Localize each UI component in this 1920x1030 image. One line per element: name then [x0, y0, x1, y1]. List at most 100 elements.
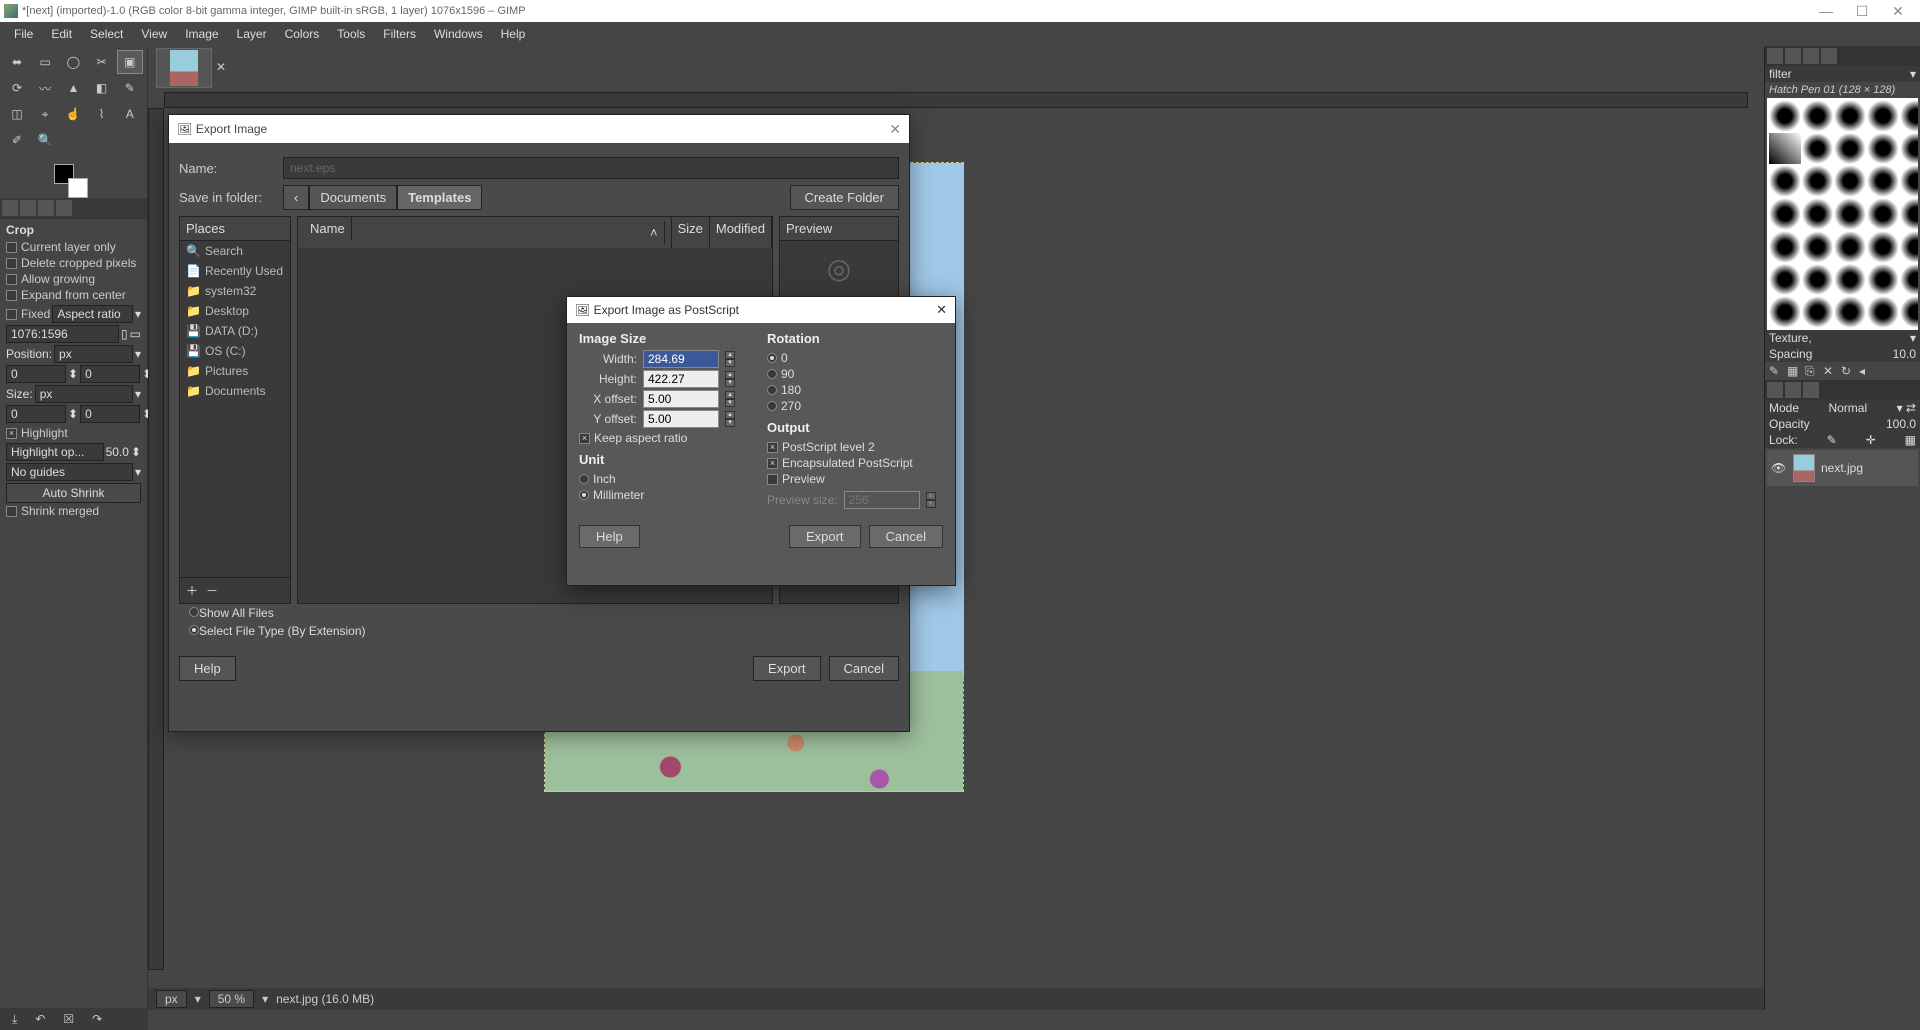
cancel-button[interactable]: Cancel [829, 656, 899, 681]
allow-growing-checkbox[interactable]: Allow growing [6, 271, 141, 287]
help-button[interactable]: Help [579, 525, 640, 548]
encapsulated-checkbox[interactable]: ×Encapsulated PostScript [767, 455, 943, 471]
tab-icon[interactable] [1767, 382, 1783, 398]
pos-x-input[interactable] [6, 365, 66, 383]
places-item[interactable]: 📁Desktop [180, 301, 290, 321]
places-item[interactable]: 🔍Search [180, 241, 290, 261]
places-item[interactable]: 📁Documents [180, 381, 290, 401]
tab-icon[interactable] [38, 200, 54, 216]
vertical-ruler[interactable] [148, 108, 164, 970]
visibility-icon[interactable]: 👁 [1771, 461, 1787, 475]
breadcrumb-back[interactable]: ‹ [283, 185, 309, 210]
path-tool-icon[interactable]: ⌇ [89, 102, 115, 126]
remove-place-button[interactable]: － [206, 582, 218, 599]
filter-label[interactable]: filter [1769, 67, 1792, 81]
ps-level2-checkbox[interactable]: ×PostScript level 2 [767, 439, 943, 455]
shrink-merged-checkbox[interactable]: Shrink merged [6, 503, 141, 519]
auto-shrink-button[interactable]: Auto Shrink [6, 483, 141, 503]
inch-radio[interactable]: Inch [579, 471, 755, 487]
select-file-type-radio[interactable]: Select File Type (By Extension) [189, 624, 889, 638]
col-modified[interactable]: Modified [710, 217, 772, 248]
menu-select[interactable]: Select [82, 24, 131, 44]
size-w-input[interactable] [6, 405, 66, 423]
dialog-titlebar[interactable]: 🖼 Export Image ✕ [169, 115, 909, 143]
zoom-select[interactable]: 50 % [209, 990, 254, 1008]
minimize-button[interactable]: — [1808, 3, 1844, 19]
menu-layer[interactable]: Layer [229, 24, 275, 44]
duplicate-icon[interactable]: ⎘ [1805, 364, 1819, 378]
menu-help[interactable]: Help [493, 24, 534, 44]
rect-select-tool-icon[interactable]: ▭ [32, 50, 58, 74]
places-item[interactable]: 💾DATA (D:) [180, 321, 290, 341]
tab-icon[interactable] [1767, 48, 1783, 64]
add-place-button[interactable]: ＋ [186, 582, 198, 599]
height-input[interactable] [643, 370, 719, 388]
crop-tool-icon[interactable]: ▣ [117, 50, 143, 74]
millimeter-radio[interactable]: Millimeter [579, 487, 755, 503]
menu-edit[interactable]: Edit [43, 24, 80, 44]
smudge-tool-icon[interactable]: ☝ [60, 102, 86, 126]
yoffset-input[interactable] [643, 410, 719, 428]
width-input[interactable] [643, 350, 719, 368]
lock-position-icon[interactable]: ✛ [1866, 433, 1876, 447]
maximize-button[interactable]: ☐ [1844, 3, 1880, 20]
height-spinner[interactable]: ▴▾ [725, 371, 735, 387]
menu-windows[interactable]: Windows [426, 24, 491, 44]
gradient-tool-icon[interactable]: ◧ [89, 76, 115, 100]
zoom-tool-icon[interactable]: 🔍 [32, 128, 58, 152]
tab-icon[interactable] [2, 200, 18, 216]
menu-tools[interactable]: Tools [329, 24, 373, 44]
opacity-value[interactable]: 100.0 [1886, 417, 1916, 431]
size-h-input[interactable] [80, 405, 140, 423]
text-tool-icon[interactable]: A [117, 102, 143, 126]
redo-icon[interactable]: ↷ [92, 1012, 102, 1026]
places-item[interactable]: 📄Recently Used [180, 261, 290, 281]
width-spinner[interactable]: ▴▾ [725, 351, 735, 367]
lock-pixels-icon[interactable]: ✎ [1827, 433, 1837, 447]
yoffset-spinner[interactable]: ▴▾ [725, 411, 735, 427]
lock-alpha-icon[interactable]: ▦ [1905, 433, 1916, 447]
image-tab[interactable] [156, 48, 212, 88]
unit-select[interactable]: px [156, 990, 187, 1008]
texture-label[interactable]: Texture, [1769, 331, 1812, 345]
move-tool-icon[interactable]: ⬌ [4, 50, 30, 74]
keep-aspect-checkbox[interactable]: ×Keep aspect ratio [579, 430, 755, 446]
close-button[interactable]: ✕ [1880, 3, 1916, 20]
close-icon[interactable]: ✕ [936, 302, 947, 318]
highlight-checkbox[interactable]: ×Highlight [6, 425, 141, 441]
current-layer-checkbox[interactable]: Current layer only [6, 239, 141, 255]
layer-row[interactable]: 👁 next.jpg [1767, 450, 1918, 486]
menu-filters[interactable]: Filters [375, 24, 424, 44]
clone-tool-icon[interactable]: ⌖ [32, 102, 58, 126]
places-item[interactable]: 💾OS (C:) [180, 341, 290, 361]
tab-icon[interactable] [1803, 382, 1819, 398]
xoffset-input[interactable] [643, 390, 719, 408]
rotation-90-radio[interactable]: 90 [767, 366, 943, 382]
eraser-tool-icon[interactable]: ◫ [4, 102, 30, 126]
rotation-270-radio[interactable]: 270 [767, 398, 943, 414]
export-button[interactable]: Export [753, 656, 821, 681]
edit-icon[interactable]: ✎ [1769, 364, 1783, 378]
tab-icon[interactable] [1785, 48, 1801, 64]
fuzzy-select-tool-icon[interactable]: ✂ [89, 50, 115, 74]
places-item[interactable]: 📁Pictures [180, 361, 290, 381]
show-all-files-checkbox[interactable]: Show All Files [189, 606, 889, 620]
menu-colors[interactable]: Colors [277, 24, 328, 44]
bucket-tool-icon[interactable]: ▲ [60, 76, 86, 100]
expand-center-checkbox[interactable]: Expand from center [6, 287, 141, 303]
mode-select[interactable]: Normal [1828, 401, 1867, 415]
position-unit-select[interactable]: px [54, 345, 133, 363]
cancel-button[interactable]: Cancel [869, 525, 943, 548]
filename-input[interactable] [283, 157, 899, 179]
breadcrumb-templates[interactable]: Templates [397, 185, 482, 210]
color-picker-tool-icon[interactable]: ✐ [4, 128, 30, 152]
help-button[interactable]: Help [179, 656, 236, 681]
chevron-down-icon[interactable]: ▾ [1910, 67, 1916, 81]
menu-icon[interactable]: ◂ [1859, 364, 1873, 378]
dialog-titlebar[interactable]: 🖼 Export Image as PostScript ✕ [567, 297, 955, 323]
xoffset-spinner[interactable]: ▴▾ [725, 391, 735, 407]
brush-grid[interactable] [1767, 98, 1918, 330]
horizontal-ruler[interactable] [164, 92, 1748, 108]
delete-icon[interactable]: ✕ [1823, 364, 1837, 378]
fixed-checkbox[interactable]: Fixed [6, 306, 50, 322]
